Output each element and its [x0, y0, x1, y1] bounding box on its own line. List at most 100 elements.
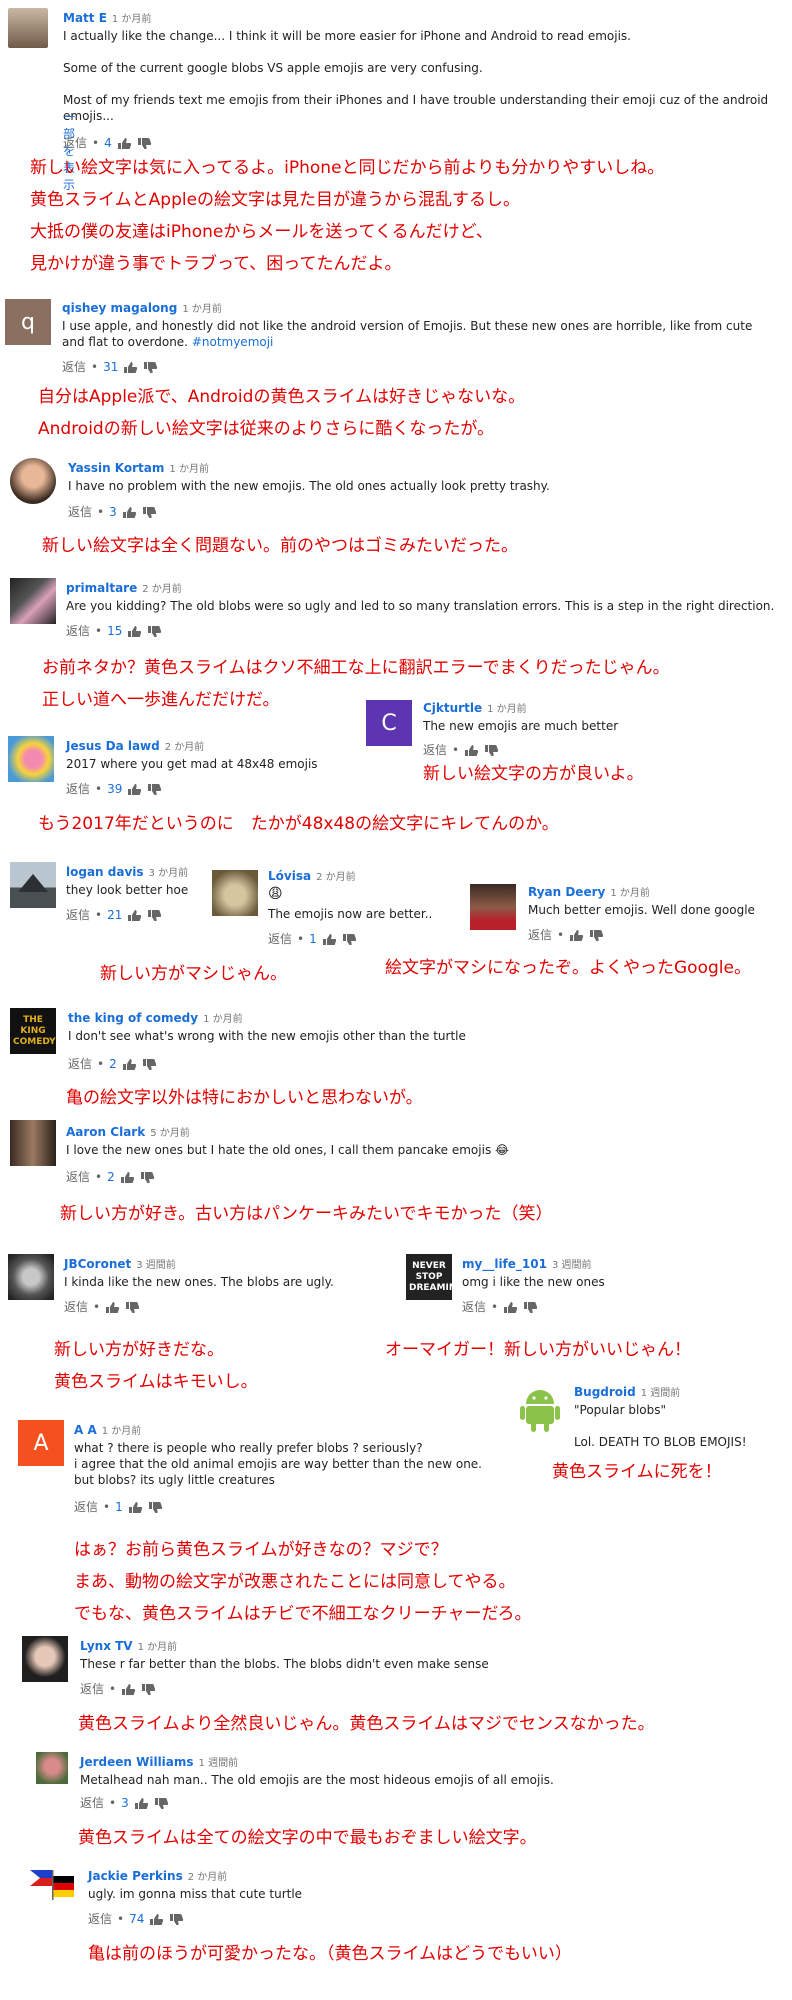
reply-button[interactable]: 返信 — [268, 930, 292, 947]
thumbs-up-icon[interactable] — [105, 1301, 120, 1313]
author-name[interactable]: Bugdroid — [574, 1385, 636, 1399]
avatar[interactable] — [10, 1120, 56, 1166]
timestamp[interactable]: 2 か月前 — [188, 1872, 228, 1883]
timestamp[interactable]: 1 週間前 — [199, 1758, 239, 1769]
author-name[interactable]: A A — [74, 1423, 97, 1437]
thumbs-up-icon[interactable] — [134, 1797, 149, 1809]
thumbs-up-icon[interactable] — [117, 137, 132, 149]
thumbs-down-icon[interactable] — [147, 783, 162, 795]
thumbs-down-icon[interactable] — [154, 1797, 169, 1809]
thumbs-down-icon[interactable] — [137, 137, 152, 149]
author-name[interactable]: Matt E — [63, 11, 107, 25]
timestamp[interactable]: 1 か月前 — [182, 304, 222, 315]
thumbs-up-icon[interactable] — [149, 1913, 164, 1925]
avatar[interactable] — [8, 736, 54, 782]
author-name[interactable]: Ryan Deery — [528, 885, 605, 899]
thumbs-up-icon[interactable] — [121, 1683, 136, 1695]
avatar[interactable] — [518, 1386, 562, 1434]
thumbs-down-icon[interactable] — [148, 1501, 163, 1513]
author-name[interactable]: Jesus Da lawd — [66, 739, 160, 753]
thumbs-up-icon[interactable] — [128, 1501, 143, 1513]
author-name[interactable]: the king of comedy — [68, 1011, 198, 1025]
timestamp[interactable]: 1 か月前 — [169, 464, 209, 475]
reply-button[interactable]: 返信 — [62, 358, 86, 375]
reply-button[interactable]: 返信 — [66, 622, 90, 639]
thumbs-up-icon[interactable] — [127, 783, 142, 795]
avatar[interactable] — [470, 884, 516, 930]
reply-button[interactable]: 返信 — [423, 741, 447, 758]
author-name[interactable]: Lóvisa — [268, 869, 311, 883]
avatar[interactable] — [28, 1866, 78, 1902]
timestamp[interactable]: 1 か月前 — [112, 14, 152, 25]
thumbs-up-icon[interactable] — [123, 361, 138, 373]
reply-button[interactable]: 返信 — [66, 780, 90, 797]
thumbs-up-icon[interactable] — [127, 625, 142, 637]
thumbs-down-icon[interactable] — [142, 1058, 157, 1070]
timestamp[interactable]: 3 週間前 — [136, 1260, 176, 1271]
reply-button[interactable]: 返信 — [88, 1910, 112, 1927]
timestamp[interactable]: 3 週間前 — [552, 1260, 592, 1271]
thumbs-down-icon[interactable] — [169, 1913, 184, 1925]
avatar[interactable] — [36, 1752, 68, 1784]
timestamp[interactable]: 3 か月前 — [149, 868, 189, 879]
timestamp[interactable]: 1 週間前 — [641, 1388, 681, 1399]
avatar[interactable] — [10, 458, 56, 504]
reply-button[interactable]: 返信 — [80, 1680, 104, 1697]
author-name[interactable]: logan davis — [66, 865, 144, 879]
reply-button[interactable]: 返信 — [74, 1498, 98, 1515]
avatar[interactable] — [10, 578, 56, 624]
reply-button[interactable]: 返信 — [64, 1298, 88, 1315]
hashtag-link[interactable]: #notmyemoji — [192, 335, 274, 349]
thumbs-up-icon[interactable] — [122, 1058, 137, 1070]
thumbs-down-icon[interactable] — [342, 933, 357, 945]
author-name[interactable]: primaltare — [66, 581, 137, 595]
avatar[interactable]: q — [5, 299, 51, 345]
reply-button[interactable]: 返信 — [68, 503, 92, 520]
timestamp[interactable]: 5 か月前 — [150, 1128, 190, 1139]
timestamp[interactable]: 1 か月前 — [138, 1642, 178, 1653]
author-name[interactable]: Lynx TV — [80, 1639, 133, 1653]
author-name[interactable]: Jerdeen Williams — [80, 1755, 194, 1769]
reply-button[interactable]: 返信 — [66, 1168, 90, 1185]
avatar[interactable] — [8, 1254, 54, 1300]
timestamp[interactable]: 2 か月前 — [165, 742, 205, 753]
thumbs-down-icon[interactable] — [141, 1683, 156, 1695]
author-name[interactable]: Yassin Kortam — [68, 461, 164, 475]
timestamp[interactable]: 1 か月前 — [610, 888, 650, 899]
thumbs-down-icon[interactable] — [143, 361, 158, 373]
avatar[interactable] — [8, 8, 48, 48]
author-name[interactable]: qishey magalong — [62, 301, 177, 315]
thumbs-down-icon[interactable] — [147, 625, 162, 637]
avatar[interactable]: THE KING COMEDY — [10, 1008, 56, 1054]
avatar[interactable] — [212, 870, 258, 916]
thumbs-up-icon[interactable] — [120, 1171, 135, 1183]
thumbs-down-icon[interactable] — [484, 744, 499, 756]
author-name[interactable]: Cjkturtle — [423, 701, 482, 715]
avatar[interactable]: A — [18, 1420, 64, 1466]
timestamp[interactable]: 2 か月前 — [316, 872, 356, 883]
author-name[interactable]: Jackie Perkins — [88, 1869, 183, 1883]
author-name[interactable]: my__life_101 — [462, 1257, 547, 1271]
reply-button[interactable]: 返信 — [80, 1794, 104, 1811]
timestamp[interactable]: 2 か月前 — [142, 584, 182, 595]
reply-button[interactable]: 返信 — [528, 926, 552, 943]
avatar[interactable]: C — [366, 700, 412, 746]
thumbs-down-icon[interactable] — [589, 929, 604, 941]
timestamp[interactable]: 1 か月前 — [102, 1426, 142, 1437]
thumbs-down-icon[interactable] — [523, 1301, 538, 1313]
thumbs-up-icon[interactable] — [322, 933, 337, 945]
thumbs-up-icon[interactable] — [503, 1301, 518, 1313]
reply-button[interactable]: 返信 — [68, 1055, 92, 1072]
timestamp[interactable]: 1 か月前 — [203, 1014, 243, 1025]
timestamp[interactable]: 1 か月前 — [487, 704, 527, 715]
avatar[interactable] — [10, 862, 56, 908]
thumbs-down-icon[interactable] — [140, 1171, 155, 1183]
thumbs-up-icon[interactable] — [464, 744, 479, 756]
author-name[interactable]: JBCoronet — [64, 1257, 131, 1271]
reply-button[interactable]: 返信 — [462, 1298, 486, 1315]
reply-button[interactable]: 返信 — [63, 134, 87, 151]
thumbs-up-icon[interactable] — [569, 929, 584, 941]
thumbs-down-icon[interactable] — [142, 506, 157, 518]
thumbs-down-icon[interactable] — [125, 1301, 140, 1313]
reply-button[interactable]: 返信 — [66, 906, 90, 923]
